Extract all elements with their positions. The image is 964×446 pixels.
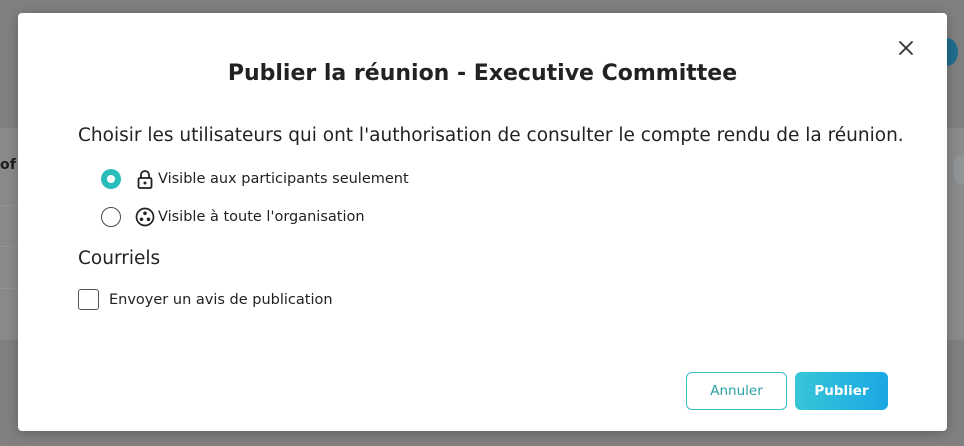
radio-organization[interactable] (101, 207, 121, 227)
visibility-instruction: Choisir les utilisateurs qui ont l'autho… (78, 125, 904, 146)
visibility-option-organization[interactable]: Visible à toute l'organisation (101, 205, 365, 229)
publish-button[interactable]: Publier (795, 372, 888, 410)
close-button[interactable] (896, 38, 916, 58)
organization-icon (135, 207, 155, 227)
visibility-option-participants[interactable]: Visible aux participants seulement (101, 167, 409, 191)
send-notice-label: Envoyer un avis de publication (109, 291, 333, 308)
option-label-participants: Visible aux participants seulement (158, 171, 409, 187)
radio-participants[interactable] (101, 169, 121, 189)
close-icon[interactable] (896, 38, 916, 58)
send-notice-option[interactable]: Envoyer un avis de publication (78, 289, 333, 310)
emails-section-title: Courriels (78, 248, 161, 269)
publish-meeting-dialog: Publier la réunion - Executive Committee… (18, 13, 947, 431)
cancel-button[interactable]: Annuler (686, 372, 787, 410)
dialog-title: Publier la réunion - Executive Committee (227, 61, 738, 86)
send-notice-checkbox[interactable] (78, 289, 99, 310)
lock-icon (135, 169, 155, 189)
option-label-organization: Visible à toute l'organisation (158, 209, 365, 225)
background-pill (954, 155, 964, 185)
